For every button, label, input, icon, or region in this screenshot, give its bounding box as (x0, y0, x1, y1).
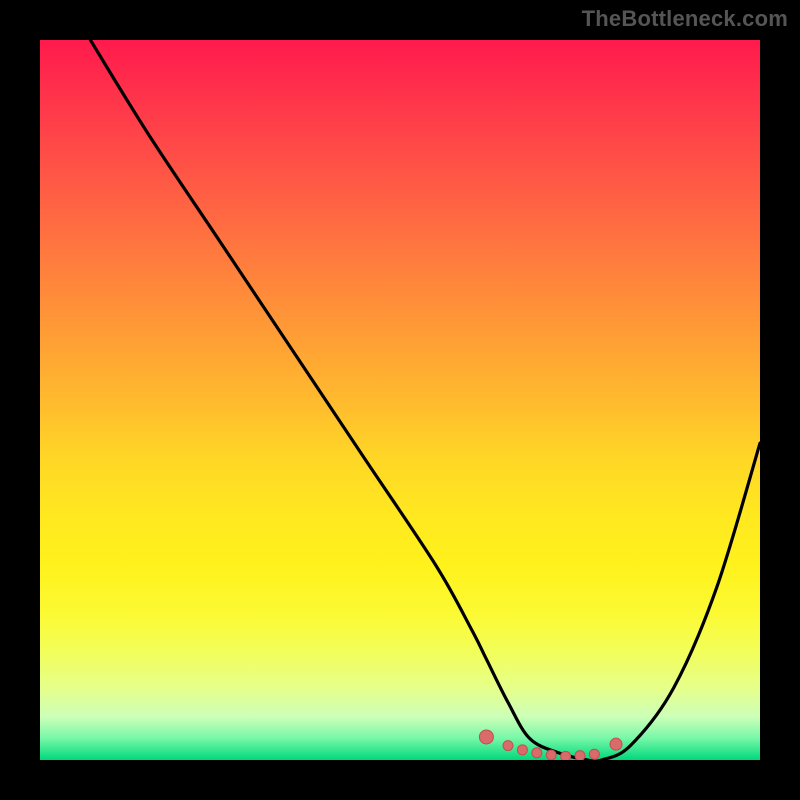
curve-marker (517, 745, 527, 755)
curve-marker (589, 749, 599, 759)
curve-marker (610, 738, 622, 750)
curve-marker (546, 750, 556, 760)
bottleneck-curve-path (90, 40, 760, 760)
curve-marker (503, 741, 513, 751)
chart-svg (40, 40, 760, 760)
curve-marker (561, 751, 571, 760)
curve-marker (532, 748, 542, 758)
curve-marker (479, 730, 493, 744)
watermark-text: TheBottleneck.com (582, 6, 788, 32)
plot-area (40, 40, 760, 760)
chart-frame: TheBottleneck.com (0, 0, 800, 800)
curve-marker (575, 751, 585, 760)
markers-group (479, 730, 622, 760)
